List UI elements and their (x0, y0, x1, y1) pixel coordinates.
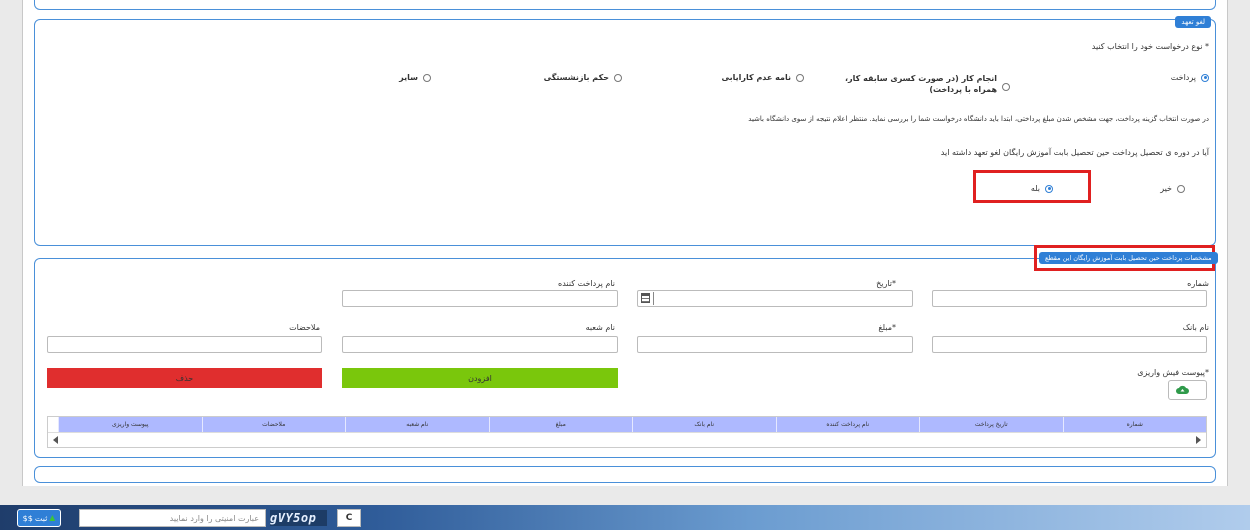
col-bank[interactable]: نام بانک (632, 417, 776, 432)
captcha-image-tail (316, 510, 327, 526)
option-retirement[interactable]: حکم بازنشستگی (544, 73, 622, 82)
horizontal-scrollbar[interactable] (48, 432, 1206, 447)
option-retirement-label: حکم بازنشستگی (543, 73, 609, 82)
answer-no[interactable]: خیر (1160, 184, 1185, 193)
submit-prefix: $$ (22, 513, 33, 523)
scroll-left-icon[interactable] (53, 436, 58, 444)
bank-input[interactable] (932, 336, 1207, 353)
col-attachment[interactable]: پیوست واریزی (58, 417, 202, 432)
notes-label: ملاحضات (289, 323, 320, 332)
option-other-label: سایر (399, 73, 418, 82)
option-payment[interactable]: پرداخت (1171, 73, 1209, 82)
delete-button[interactable]: حذف (47, 368, 322, 388)
scroll-right-icon[interactable] (1196, 436, 1201, 444)
option-payment-label: پرداخت (1170, 73, 1196, 82)
request-type-question: * نوع درخواست خود را انتخاب کنید (1091, 42, 1209, 51)
payer-label: نام پرداخت کننده (558, 279, 615, 288)
radio-icon (1002, 83, 1010, 91)
payer-input[interactable] (342, 290, 618, 307)
submit-button[interactable]: $$ ثبت (17, 509, 61, 527)
add-button[interactable]: افزودن (342, 368, 618, 388)
payment-section-legend: مشخصات پرداخت حین تحصیل بابت آموزش رایگا… (1039, 252, 1218, 264)
cancel-obligation-section: لغو تعهد * نوع درخواست خود را انتخاب کنی… (34, 16, 1216, 246)
option-other[interactable]: سایر (399, 73, 431, 82)
prior-cancellation-question: آیا در دوره ی تحصیل پرداخت حین تحصیل باب… (940, 148, 1209, 157)
radio-icon (1177, 184, 1185, 193)
col-number[interactable]: شماره (1062, 417, 1207, 432)
captcha-input[interactable]: عبارت امنیتی را وارد نمایید (79, 509, 266, 527)
radio-icon (614, 73, 622, 82)
section-legend: لغو تعهد (1175, 16, 1211, 28)
separator (653, 292, 654, 305)
radio-selected-icon (1201, 73, 1209, 82)
radio-icon (423, 73, 431, 82)
option-unemployment-letter[interactable]: نامه عدم کارایابی (722, 73, 804, 82)
table-header-row: شماره تاریخ پرداخت نام پرداخت کننده نام … (58, 417, 1206, 432)
branch-input[interactable] (342, 336, 618, 353)
notes-input[interactable] (47, 336, 322, 353)
upload-button[interactable] (1168, 380, 1207, 400)
number-input[interactable] (932, 290, 1207, 307)
refresh-captcha-button[interactable]: C (337, 509, 361, 527)
thumb-up-icon (49, 515, 56, 521)
submit-label: ثبت (34, 513, 48, 523)
col-amount[interactable]: مبلغ (488, 417, 633, 432)
attachment-label: *پیوست فیش واریزی (1137, 368, 1209, 377)
option-unemployment-label: نامه عدم کارایابی (721, 73, 791, 82)
col-notes[interactable]: ملاحضات (201, 417, 346, 432)
option-work[interactable]: انجام کار (در صورت کسری سابقه کار، همراه… (830, 73, 1010, 95)
branch-label: نام شعبه (585, 323, 615, 332)
col-branch[interactable]: نام شعبه (345, 417, 489, 432)
col-payment-date[interactable]: تاریخ پرداخت (919, 417, 1063, 432)
date-label: *تاریخ (876, 279, 896, 288)
payments-table: شماره تاریخ پرداخت نام پرداخت کننده نام … (47, 416, 1207, 448)
number-label: شماره (1187, 279, 1209, 288)
answer-no-label: خیر (1160, 184, 1172, 193)
empty-section (34, 466, 1216, 483)
calendar-icon[interactable] (641, 293, 650, 303)
amount-input[interactable] (637, 336, 913, 353)
footer-bar: $$ ثبت عبارت امنیتی را وارد نمایید gVY5o… (0, 505, 1250, 530)
highlight-yes-answer (973, 170, 1091, 203)
option-work-label: انجام کار (در صورت کسری سابقه کار، همراه… (845, 74, 997, 94)
date-input[interactable] (637, 290, 913, 307)
radio-icon (796, 73, 804, 82)
refresh-icon: C (345, 513, 353, 523)
amount-label: *مبلغ (878, 323, 896, 332)
payment-details-section: شماره *تاریخ نام پرداخت کننده نام بانک *… (34, 258, 1216, 458)
col-payer[interactable]: نام پرداخت کننده (775, 417, 920, 432)
captcha-image: gVY5op (270, 510, 317, 526)
bank-label: نام بانک (1182, 323, 1209, 332)
payment-note: در صورت انتخاب گزینه پرداخت، جهت مشخص شد… (748, 115, 1209, 123)
top-section-edge (34, 0, 1216, 10)
upload-cloud-icon (1169, 381, 1195, 399)
